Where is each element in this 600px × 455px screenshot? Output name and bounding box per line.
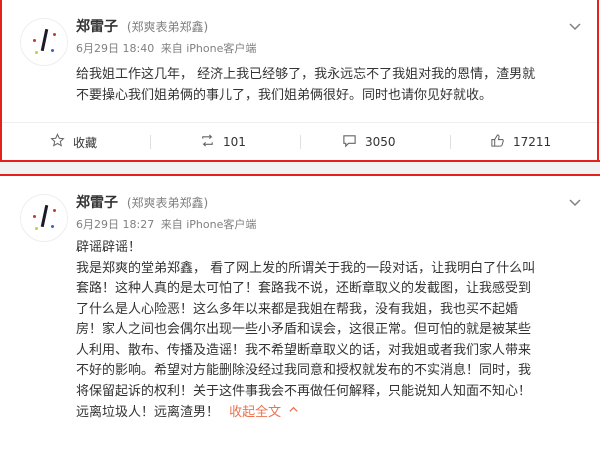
collapse-label[interactable]: 收起全文 xyxy=(229,405,281,420)
post-source[interactable]: iPhone客户端 xyxy=(186,218,256,231)
divider xyxy=(450,135,451,149)
weibo-post-2: 郑雷子 (郑爽表弟郑鑫) 6月29日 18:27 来自 iPhone客户端 辟谣… xyxy=(0,176,600,455)
divider xyxy=(300,135,301,149)
comment-count: 3050 xyxy=(365,135,396,149)
repost-button[interactable]: 101 xyxy=(200,123,246,161)
chevron-down-icon[interactable] xyxy=(568,18,582,32)
author-remark: (郑爽表弟郑鑫) xyxy=(126,20,209,34)
feed-gap xyxy=(0,162,600,174)
chevron-down-icon[interactable] xyxy=(568,194,582,208)
repost-icon xyxy=(200,133,223,151)
like-count: 17211 xyxy=(513,135,552,149)
post-text-line: 人利用、散布、传播及造谣！我不希望断章取义的话，对我姐或者我们家人带来 xyxy=(76,342,532,358)
chevron-up-icon[interactable] xyxy=(288,402,299,423)
author-name[interactable]: 郑雷子 (郑爽表弟郑鑫) xyxy=(76,16,208,36)
post-text-line: 将保留起诉的权利！关于这件事我会不再做任何解释，只能说知人知面不知心！ xyxy=(76,383,532,399)
post-text-line: 不要操心我们姐弟俩的事儿了，我们姐弟俩很好。同时也请你见好就收。 xyxy=(76,87,493,103)
avatar[interactable] xyxy=(20,18,68,66)
author-name-text[interactable]: 郑雷子 xyxy=(76,195,118,211)
divider xyxy=(150,135,151,149)
comment-button[interactable]: 3050 xyxy=(342,123,396,161)
post-date[interactable]: 6月29日 18:40 xyxy=(76,42,154,55)
source-prefix: 来自 xyxy=(160,42,183,55)
post-text-line: 远离垃圾人！远离渣男！ xyxy=(76,404,220,420)
repost-count: 101 xyxy=(223,135,246,149)
avatar[interactable] xyxy=(20,194,68,242)
post-text-last-line: 远离垃圾人！远离渣男！ 收起全文 xyxy=(76,402,584,423)
post-date[interactable]: 6月29日 18:27 xyxy=(76,218,154,231)
post-text-line: 我是郑爽的堂弟郑鑫， 看了网上发的所谓关于我的一段对话，让我明白了什么叫 xyxy=(76,260,536,276)
post-text-line: 套路！这种人真的是太可怕了！套路我不说，还断章取义的发截图，让我感受到 xyxy=(76,281,532,296)
source-prefix: 来自 xyxy=(160,218,183,231)
post-text-line: 房！家人之间也会偶尔出现一些小矛盾和误会，这很正常。但可怕的就是被某些 xyxy=(76,322,532,337)
post-text: 给我姐工作这几年， 经济上我已经够了，我永远忘不了我姐对我的恩情，渣男就 不要操… xyxy=(76,65,584,106)
highlight-border xyxy=(597,0,599,162)
weibo-post-1: 郑雷子 (郑爽表弟郑鑫) 6月29日 18:40 来自 iPhone客户端 给我… xyxy=(0,0,600,160)
post-text-line: 不好的影响。希望对方能删除没经过我同意和授权就发布的不实消息！同时，我 xyxy=(76,363,532,378)
favorite-label: 收藏 xyxy=(73,135,98,150)
post-text-line: 给我姐工作这几年， 经济上我已经够了，我永远忘不了我姐对我的恩情，渣男就 xyxy=(76,67,536,82)
post-text: 辟谣辟谣！ 我是郑爽的堂弟郑鑫， 看了网上发的所谓关于我的一段对话，让我明白了什… xyxy=(76,238,584,423)
collapse-text-link[interactable]: 收起全文 xyxy=(229,405,299,420)
star-icon xyxy=(50,133,73,151)
author-name-text[interactable]: 郑雷子 xyxy=(76,19,118,35)
action-bar: 收藏 101 3050 17211 xyxy=(0,122,600,161)
comment-icon xyxy=(342,133,365,151)
author-remark: (郑爽表弟郑鑫) xyxy=(126,196,209,210)
favorite-button[interactable]: 收藏 xyxy=(50,123,97,161)
highlight-border xyxy=(0,0,2,162)
post-text-line: 了什么是人心险恶！这么多年以来都是我姐在帮我，没有我姐，我也买不起婚 xyxy=(76,301,519,317)
like-button[interactable]: 17211 xyxy=(490,123,551,161)
post-meta: 6月29日 18:27 来自 iPhone客户端 xyxy=(76,216,256,232)
post-text-line: 辟谣辟谣！ xyxy=(76,240,142,255)
author-name[interactable]: 郑雷子 (郑爽表弟郑鑫) xyxy=(76,192,208,212)
post-meta: 6月29日 18:40 来自 iPhone客户端 xyxy=(76,40,256,56)
post-source[interactable]: iPhone客户端 xyxy=(186,42,256,55)
thumbs-up-icon xyxy=(490,133,513,151)
